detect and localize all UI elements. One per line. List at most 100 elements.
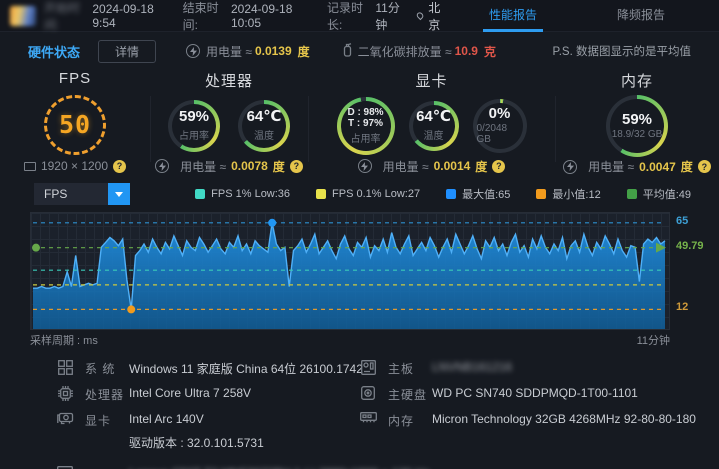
sysinfo-row-cpu: 处理器 Intel Core Ultra 7 258V: [55, 386, 358, 403]
gpu-vram-detail: 0/2048 GB: [476, 123, 508, 146]
fps-value: 50: [58, 110, 92, 140]
power-icon: [155, 159, 170, 173]
duration-label: 记录时长:: [326, 0, 363, 32]
status-bar: 硬件状态 详情 用电量 ≈ 0.0139 度 二氧化碳排放量 ≈ 10.9 克 …: [0, 36, 719, 66]
gpu-vram-ring: 0% 0/2048 GB: [472, 98, 527, 153]
co2-item: 二氧化碳排放量 ≈ 10.9 克: [343, 42, 499, 60]
gpu-temp-label: 温度: [423, 130, 444, 142]
windows-icon: [55, 360, 75, 375]
cpu-temp-value: 64℃: [246, 108, 282, 126]
gpu-title: 显卡: [415, 73, 448, 90]
gpu-gauge-section: 显卡 D : 98% T : 97% 占用率 64℃ 温度 0% 0/2048 …: [308, 68, 555, 176]
tab-throttling-report[interactable]: 降频报告: [577, 0, 705, 32]
metric-select-value[interactable]: FPS: [34, 183, 108, 205]
end-time-label: 结束时间:: [182, 0, 219, 32]
cpu-power-help-icon[interactable]: ?: [289, 159, 303, 173]
cpu-power-value: 0.0078: [231, 159, 268, 173]
chart-legend: FPS 1% Low:36 FPS 0.1% Low:27 最大值:65 最小值…: [195, 186, 691, 202]
fps-chart: 65 49.79 12 采样周期 : ms 11分钟: [30, 212, 704, 348]
cpu-temp-label: 温度: [254, 130, 274, 142]
gpu-vram-value: 0%: [488, 104, 511, 122]
memory-power-unit: 度: [680, 160, 693, 174]
total-power-label: 用电量 ≈: [206, 44, 252, 59]
legend-swatch: [316, 189, 327, 199]
total-power-value: 0.0139: [254, 44, 292, 58]
y-axis-tick-label: 12: [676, 301, 689, 314]
chart-duration-label: 11分钟: [636, 335, 670, 347]
disk-icon: [358, 386, 378, 400]
app-logo: [10, 5, 36, 26]
top-bar: 开始时间: 2024-09-18 9:54 结束时间: 2024-09-18 1…: [0, 0, 719, 32]
gpu-usage-label: 占用率: [350, 133, 381, 145]
fps-chart-y-axis-labels: 65 49.79 12: [674, 212, 718, 330]
gauges-row: FPS 50 1920 × 1200 ? 处理器 59% 占用率 64℃ 温度 …: [0, 68, 719, 176]
fps-title: FPS: [58, 70, 92, 87]
gpu-power-row: 用电量 ≈ 0.0014 度 ?: [357, 156, 506, 176]
legend-swatch: [626, 189, 637, 199]
ram-icon: [358, 412, 378, 423]
legend-item-01pct-low: FPS 0.1% Low:27: [316, 188, 420, 200]
details-button[interactable]: 详情: [98, 39, 157, 63]
memory-power-help-icon[interactable]: ?: [697, 160, 711, 173]
fps-gauge-section: FPS 50 1920 × 1200 ?: [0, 68, 150, 176]
resolution-value: 1920 × 1200: [40, 159, 109, 174]
avg-note: P.S. 数据图显示的是平均值: [552, 46, 691, 58]
motherboard-icon: [358, 360, 378, 375]
gpu-power-label: 用电量 ≈: [382, 159, 429, 174]
cpu-temp-ring: 64℃ 温度: [238, 99, 290, 152]
memory-power-row: 用电量 ≈ 0.0047 度 ?: [563, 157, 711, 176]
gpu-power-help-icon[interactable]: ?: [492, 159, 506, 173]
co2-bottle-icon: [343, 42, 352, 60]
memory-power-label: 用电量 ≈: [588, 160, 635, 174]
sysinfo-row-gpu: 显卡 Intel Arc 140V: [55, 412, 358, 429]
y-axis-tick-label: 49.79: [676, 239, 704, 252]
memory-title: 内存: [620, 73, 653, 90]
cpu-usage-ring: 59% 占用率: [168, 99, 220, 152]
legend-item-avg: 平均值:49: [626, 186, 691, 202]
chevron-down-icon[interactable]: [108, 183, 130, 205]
duration-value: 11分钟: [375, 0, 400, 32]
legend-swatch: [195, 189, 206, 199]
sysinfo-row-motherboard: 主板 LNVNB161216: [358, 360, 719, 377]
location-pin-icon: [415, 10, 425, 21]
cpu-power-label: 用电量 ≈: [180, 159, 227, 174]
cpu-usage-value: 59%: [178, 108, 210, 126]
gpu-temp-value: 64℃: [416, 108, 451, 126]
cpu-power-row: 用电量 ≈ 0.0078 度 ?: [155, 156, 303, 176]
chart-controls-row: FPS FPS 1% Low:36 FPS 0.1% Low:27 最大值:65…: [0, 176, 719, 212]
co2-unit: 克: [483, 44, 496, 59]
start-time-value: 2024-09-18 9:54: [92, 1, 154, 30]
y-axis-tick-label: 65: [676, 214, 689, 227]
gpu-t-usage: T : 97%: [347, 117, 383, 129]
memory-usage-detail: 18.9/32 GB: [611, 129, 663, 141]
sysinfo-row-disk: 主硬盘 WD PC SN740 SDDPMQD-1T00-1101: [358, 386, 719, 403]
memory-power-value: 0.0047: [639, 159, 676, 174]
gpu-d-usage: D : 98%: [347, 106, 384, 118]
memory-usage-value: 59%: [621, 110, 653, 128]
gpu-power-unit: 度: [475, 159, 488, 174]
legend-swatch: [446, 189, 457, 199]
sysinfo-row-ram: 内存 Micron Technology 32GB 4268MHz 92-80-…: [358, 412, 719, 429]
fps-chart-footer: 采样周期 : ms 11分钟: [30, 332, 670, 348]
power-icon: [563, 159, 578, 174]
hardware-status-title: 硬件状态: [28, 44, 81, 60]
report-tabs: 性能报告 降频报告: [449, 0, 705, 32]
metric-select[interactable]: FPS: [34, 183, 130, 205]
performance-report-window: 开始时间: 2024-09-18 9:54 结束时间: 2024-09-18 1…: [0, 0, 719, 469]
gpu-temp-ring: 64℃ 温度: [408, 100, 459, 151]
sample-period-label: 采样周期 : ms: [30, 335, 98, 347]
fps-chart-plot-area: [30, 212, 670, 330]
resolution-help-icon[interactable]: ?: [113, 159, 127, 173]
gpu-power-value: 0.0014: [433, 159, 471, 173]
system-info: 系 统 Windows 11 家庭版 China 64位 26100.1742 …: [0, 352, 719, 469]
power-icon: [357, 159, 372, 173]
resolution-row: 1920 × 1200 ?: [23, 157, 127, 176]
monitor-icon: [23, 161, 36, 171]
co2-label: 二氧化碳排放量 ≈: [357, 44, 452, 59]
cpu-icon: [55, 386, 75, 401]
tab-performance-report[interactable]: 性能报告: [449, 0, 577, 32]
memory-gauge-section: 内存 59% 18.9/32 GB 用电量 ≈ 0.0047 度 ?: [555, 68, 719, 176]
gpu-usage-ring: D : 98% T : 97% 占用率: [336, 96, 395, 155]
memory-usage-ring: 59% 18.9/32 GB: [606, 95, 668, 157]
cpu-gauge-section: 处理器 59% 占用率 64℃ 温度 用电量 ≈ 0.0078 度 ?: [150, 68, 308, 176]
